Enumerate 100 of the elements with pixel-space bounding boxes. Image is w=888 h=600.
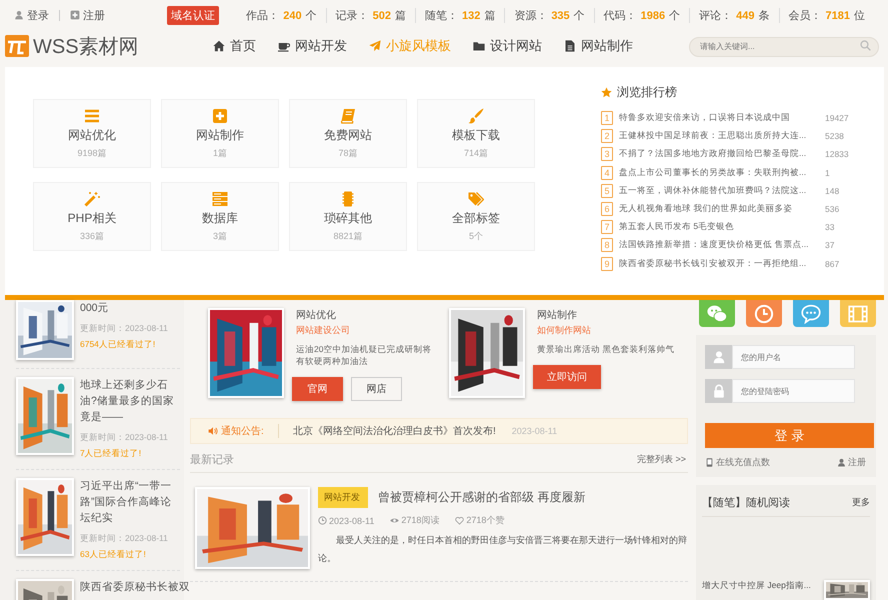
view-count: 1 [825, 168, 830, 178]
site-stat: 作品： 240 个 [245, 8, 318, 22]
social-tile[interactable] [746, 300, 782, 327]
server-icon [212, 190, 228, 206]
category-count: 8821篇 [333, 230, 363, 242]
nav-link[interactable]: 网站开发 [278, 37, 347, 55]
document-icon [564, 40, 576, 52]
site-stat: 会员： 7181 位 [778, 8, 874, 22]
view-count: 536 [825, 204, 840, 214]
speaker-icon [208, 426, 218, 436]
view-count: 148 [825, 186, 840, 196]
site-stat: 代码： 1986 个 [594, 8, 690, 22]
nav-link[interactable]: 设计网站 [473, 37, 542, 55]
rank-number: 8 [601, 238, 613, 252]
category-name: 全部标签 [452, 210, 500, 226]
password-field[interactable]: 您的登陆密码 [732, 379, 855, 403]
category-name: 琐碎其他 [324, 210, 372, 226]
ranking-link[interactable]: 不捐了？法国多地地方政府撤回给巴黎圣母院... [619, 148, 819, 160]
more-link[interactable]: 完整列表 >> [636, 452, 686, 466]
post-date: 更新时间：2023-08-11 [80, 322, 169, 335]
register-link[interactable]: 注册 [70, 8, 105, 22]
login-link[interactable]: 登录 [14, 8, 49, 22]
category-count: 78篇 [338, 146, 358, 160]
search-icon[interactable] [860, 40, 871, 51]
view-count: 6754人已经看过了! [80, 338, 156, 351]
site-logo[interactable]: WSS素材网 [33, 32, 139, 60]
post-link[interactable]: 增大尺寸中控屏 Jeep指南... [702, 580, 811, 592]
promo-button[interactable]: 立即访问 [533, 365, 601, 389]
home-icon [213, 40, 225, 52]
article-excerpt: 最受人关注的是，时任日本首相的野田佳彦与安倍晋三将要在那天进行一场针锋相对的辩论。 [318, 534, 688, 565]
nav-link[interactable]: 网站制作 [564, 37, 633, 55]
ranking-link[interactable]: 特鲁多欢迎安倍来访，口误将日本说成中国 [619, 112, 819, 124]
post-title[interactable]: 陕西省委原秘书长被双 [80, 579, 190, 595]
film-icon [848, 304, 868, 324]
username-field[interactable]: 您的用户名 [732, 345, 855, 369]
category-tile[interactable]: 网站制作 1篇 [161, 99, 279, 168]
ranking-link[interactable]: 无人机视角看地球 我们的世界如此美丽多姿 [619, 203, 819, 216]
panel-title: 【随笔】随机阅读 [702, 496, 790, 510]
post-title[interactable]: 000元 [80, 300, 180, 316]
category-tile[interactable]: 琐碎其他 8821篇 [289, 182, 407, 251]
post-title[interactable]: 地球上还剩多少石油?储量最多的国家竟是—— [80, 377, 180, 425]
notice-label: 通知公告: [221, 424, 264, 438]
nav-link[interactable]: 首页 [213, 37, 256, 55]
plus-icon [212, 108, 228, 124]
magic-wand-icon [84, 190, 100, 206]
category-tile[interactable]: PHP相关 336篇 [33, 182, 151, 251]
view-count: 5238 [825, 131, 844, 142]
promo-description: 运油20空中加油机疑已完成研制将有软硬两种加油法 [296, 343, 432, 367]
site-stat: 资源： 335 个 [504, 8, 594, 22]
site-stat: 记录： 502 篇 [326, 8, 415, 22]
search-field[interactable]: 请输入关键词... [689, 36, 879, 56]
ranking-link[interactable]: 陕西省委原秘书长钱引安被双开：一再拒绝组... [619, 258, 819, 270]
category-tile[interactable]: 模板下载 714篇 [417, 99, 535, 168]
category-count: 1篇 [212, 146, 227, 160]
ranking-link[interactable]: 法国铁路推新举措：速度更快价格更低 售票点... [619, 239, 819, 252]
social-tile[interactable] [699, 300, 735, 327]
post-date: 更新时间：2023-08-11 [80, 431, 169, 444]
view-count: 12833 [825, 149, 849, 160]
category-count: 714篇 [464, 146, 488, 160]
register-link[interactable]: 注册 [837, 456, 866, 469]
chat-icon [801, 304, 821, 324]
site-stat: 随笔： 132 篇 [414, 8, 504, 22]
notice-text[interactable]: 北京《网络空间法治化治理白皮书》首次发布! [293, 424, 496, 438]
post-date: 更新时间：2023-08-11 [80, 532, 169, 545]
rank-number: 5 [601, 184, 613, 198]
article-date: 2023-08-11 [329, 516, 374, 526]
social-tile[interactable] [793, 300, 829, 327]
view-count: 7人已经看过了! [80, 447, 142, 460]
view-count: 63人已经看过了! [80, 548, 147, 561]
ranking-title: 浏览排行榜 [617, 84, 677, 101]
recharge-link[interactable]: 在线充值点数 [705, 456, 770, 469]
category-count: 5个 [468, 230, 483, 242]
rank-number: 9 [601, 256, 613, 271]
more-link[interactable]: 更多 [852, 496, 870, 509]
category-tag[interactable]: 网站开发 [318, 487, 368, 508]
ranking-link[interactable]: 王健林投中国足球前夜：王思聪出质所持大连... [619, 130, 819, 142]
rank-number: 3 [601, 147, 613, 162]
domain-badge: 域名认证 [167, 6, 220, 24]
category-tile[interactable]: 免费网站 78篇 [289, 99, 407, 168]
brush-icon [468, 108, 484, 124]
category-name: 免费网站 [324, 126, 372, 144]
promo-description: 黄景瑜出席活动 黑色套装利落帅气 [537, 343, 676, 355]
category-tile[interactable]: 全部标签 5个 [417, 182, 535, 251]
promo-button[interactable]: 官网 [292, 377, 343, 401]
category-name: 数据库 [202, 210, 238, 226]
paper-plane-icon [369, 40, 381, 52]
post-title[interactable]: 习近平出席“一带一路”国际合作高峰论坛纪实 [80, 478, 180, 526]
category-tile[interactable]: 网站优化 9198篇 [33, 99, 151, 168]
user-icon [712, 350, 726, 364]
ranking-link[interactable]: 五一将至，调休补休能替代加班费吗？法院这... [619, 184, 819, 197]
rank-number: 7 [601, 220, 613, 234]
plus-icon [70, 10, 80, 20]
ranking-link[interactable]: 第五套人民币发布 5毛变银色 [619, 221, 819, 234]
ranking-link[interactable]: 盘点上市公司董事长的另类故事：失联刑拘被... [619, 166, 819, 179]
promo-button[interactable]: 网店 [351, 377, 402, 401]
article-title[interactable]: 曾被贾樟柯公开感谢的省部级 再度履新 [378, 489, 586, 506]
star-icon [601, 87, 612, 98]
cup-icon [278, 40, 290, 52]
social-tile[interactable] [840, 300, 876, 327]
category-tile[interactable]: 数据库 3篇 [161, 182, 279, 251]
